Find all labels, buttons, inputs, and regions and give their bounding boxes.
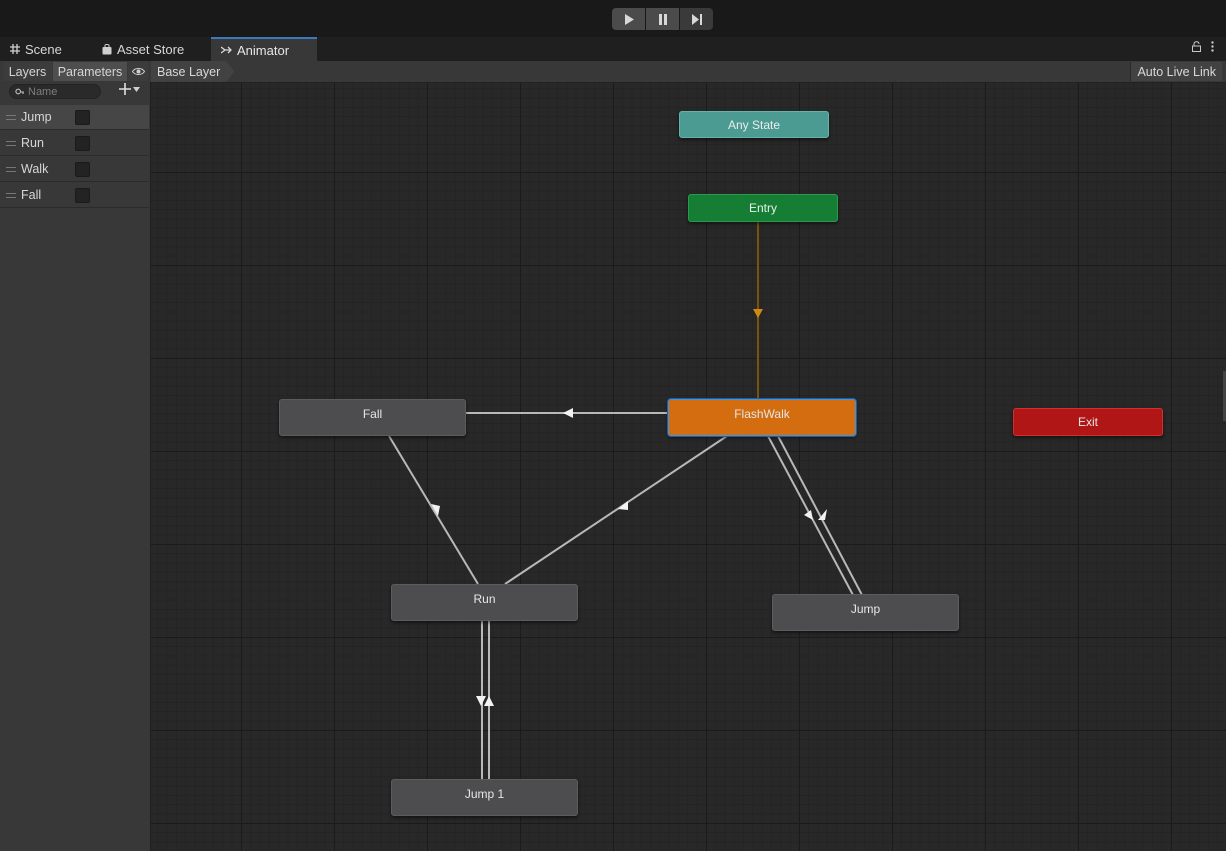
state-label: Fall [362,406,383,421]
tab-asset-store-label: Asset Store [117,41,185,57]
transition-arrow [618,501,628,510]
drag-handle-icon[interactable] [6,192,16,198]
transition-arrow [753,309,763,318]
parameter-name: Walk [21,162,49,176]
tab-asset-store[interactable]: Asset Store [92,37,210,61]
state-label: Jump [850,601,881,616]
parameter-row-walk[interactable]: Walk [0,157,149,182]
state-label: Jump 1 [464,786,505,801]
parameter-bool-checkbox[interactable] [75,135,90,151]
state-label: Any State [727,117,781,132]
state-run[interactable]: Run [391,584,578,621]
window-controls [1192,41,1214,52]
transition-arrow [563,408,573,418]
state-label: Entry [748,201,777,215]
transition-jump-flashwalk[interactable] [777,435,863,596]
transition-arrow [476,696,486,706]
pause-button[interactable] [646,8,679,30]
animator-icon [221,46,232,54]
state-label: Exit [1077,415,1098,429]
playback-controls [612,8,713,30]
grid-icon [10,44,20,54]
parameter-name: Jump [21,110,52,124]
tab-animator[interactable]: Animator [211,37,317,61]
layers-tab-button[interactable]: Layers [3,62,52,81]
state-label: Run [473,591,496,606]
visibility-toggle[interactable] [128,62,148,81]
play-button[interactable] [612,8,645,30]
tab-scene-label: Scene [25,41,62,57]
state-any-state[interactable]: Any State [679,111,829,138]
tab-scene[interactable]: Scene [0,37,92,61]
state-entry[interactable]: Entry [688,194,838,222]
parameter-bool-checkbox[interactable] [75,109,90,125]
plus-icon [119,83,131,95]
play-icon [624,13,634,25]
animator-subbar: Layers Parameters Base Layer Auto Live L… [0,61,1226,83]
state-fall[interactable]: Fall [279,399,466,436]
step-icon [691,13,702,25]
drag-handle-icon[interactable] [6,166,16,172]
animator-graph-canvas[interactable]: Any State Entry FlashWalk Exit Fall Run … [151,83,1226,851]
parameters-empty-area [0,210,149,851]
parameter-bool-checkbox[interactable] [75,161,90,177]
parameter-row-run[interactable]: Run [0,131,149,156]
chevron-down-icon [133,86,140,92]
parameters-tab-button[interactable]: Parameters [53,62,127,81]
add-parameter-button[interactable] [119,83,140,95]
parameter-search-box[interactable] [9,84,101,99]
lock-icon[interactable] [1192,41,1201,52]
parameter-row-jump[interactable]: Jump [0,105,149,130]
eye-icon [131,68,145,75]
pause-icon [658,13,667,25]
transition-arrow [484,696,494,706]
step-button[interactable] [680,8,713,30]
parameter-name: Fall [21,188,42,202]
parameter-name: Run [21,136,44,150]
tab-animator-label: Animator [237,42,290,58]
main-toolbar [0,0,1226,36]
breadcrumb-base-layer[interactable]: Base Layer [151,61,234,82]
state-label: FlashWalk [734,406,790,421]
search-icon [15,88,24,94]
state-exit[interactable]: Exit [1013,408,1163,436]
transition-flashwalk-run[interactable] [504,435,728,585]
parameter-search-row [0,82,150,103]
parameters-panel: Jump Run Walk Fall [0,82,151,851]
state-flashwalk[interactable]: FlashWalk [668,399,856,436]
transition-run-fall[interactable] [388,435,479,585]
kebab-menu-icon[interactable] [1211,41,1214,52]
parameter-row-fall[interactable]: Fall [0,183,149,208]
drag-handle-icon[interactable] [6,114,16,120]
breadcrumb-label: Base Layer [157,64,221,79]
drag-handle-icon[interactable] [6,140,16,146]
auto-live-link-button[interactable]: Auto Live Link [1130,62,1222,81]
window-tab-bar: Scene Asset Store Animator [0,37,1226,61]
state-jump[interactable]: Jump [772,594,959,631]
bag-icon [102,43,112,54]
parameter-search-input[interactable] [28,85,98,98]
state-jump-1[interactable]: Jump 1 [391,779,578,816]
parameter-bool-checkbox[interactable] [75,187,90,203]
